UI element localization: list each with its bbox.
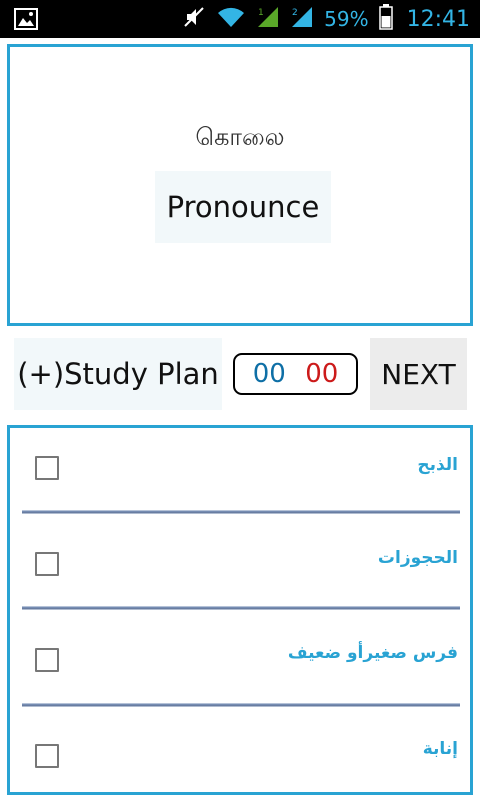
option-label: فرس صغيرأو ضعيف [287,643,458,663]
option-divider [22,703,460,707]
pronounce-button[interactable]: Pronounce [155,171,331,243]
option-checkbox[interactable] [35,744,59,768]
option-row[interactable]: إنابة [10,717,470,800]
option-label: الحجوزات [377,548,458,568]
word-card: கொலை Pronounce [7,44,473,326]
word-text: கொலை [195,123,285,151]
svg-text:2: 2 [292,8,298,18]
option-checkbox[interactable] [35,456,59,480]
options-list: الذبح الحجوزات فرس صغيرأو ضعيف إنابة [7,425,473,795]
option-label: الذبح [417,455,458,475]
status-bar: 1 2 59% 12:41 [0,0,480,38]
battery-icon [378,4,393,34]
signal-2-icon: 2 [290,5,314,33]
clock: 12:41 [406,6,470,32]
next-button[interactable]: NEXT [370,338,467,410]
option-checkbox[interactable] [35,648,59,672]
signal-1-icon: 1 [256,5,280,33]
study-plan-button[interactable]: (+)Study Plan [14,338,222,410]
timer-seconds: 00 [305,359,339,389]
gallery-notification-icon [14,8,38,30]
wifi-icon [216,5,246,33]
option-checkbox[interactable] [35,552,59,576]
mute-icon [182,5,206,33]
option-divider [22,606,460,610]
timer-minutes: 00 [252,359,286,389]
timer: 00 00 [233,353,358,395]
option-label: إنابة [422,739,458,759]
option-divider [22,510,460,514]
svg-text:1: 1 [258,8,264,18]
battery-percent: 59% [324,7,369,31]
status-icons: 1 2 59% 12:41 [182,0,470,38]
